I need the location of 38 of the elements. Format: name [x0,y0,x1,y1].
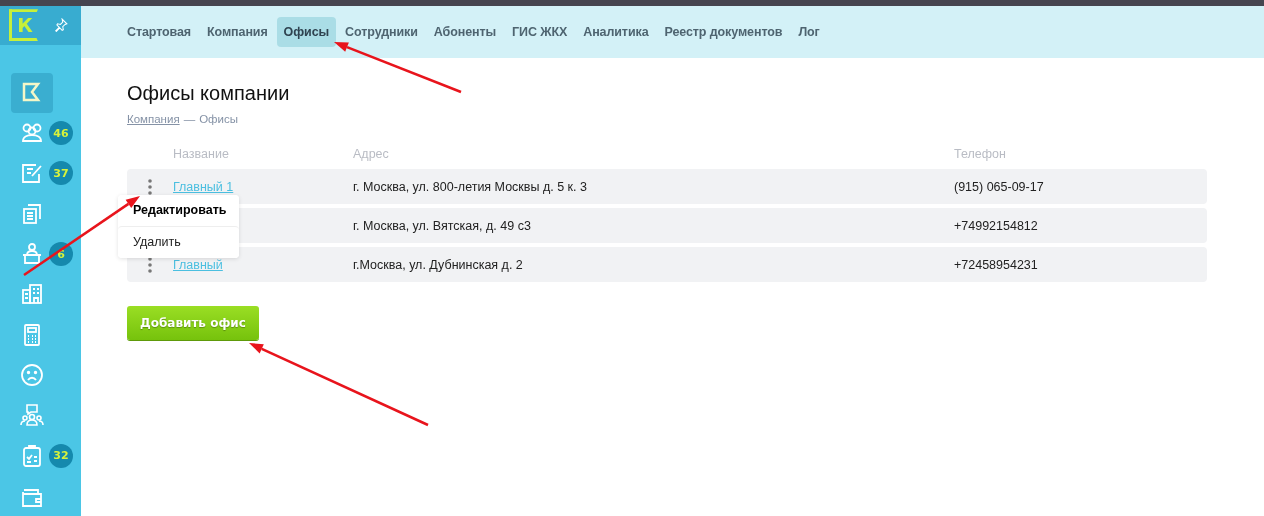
nav-tab[interactable]: Стартовая [120,17,199,47]
count-badge: 37 [49,161,73,186]
menu-item[interactable]: Редактировать [118,195,239,226]
more-icon[interactable] [148,178,152,195]
nav-tab[interactable]: Сотрудники [338,17,425,47]
address-cell-text: г. Москва, ул. Вятская, д. 49 с3 [353,218,532,233]
sidebar-item[interactable] [11,72,53,113]
address-cell-text: г. Москва, ул. 800-летия Москвы д. 5 к. 3 [353,179,588,194]
nav-tab[interactable]: Реестр документов [657,17,790,47]
nav-tab[interactable]: Абоненты [426,17,504,47]
pin-icon[interactable] [54,18,68,33]
more-icon[interactable] [148,256,152,273]
edit-icon [20,161,44,186]
count-badge: 32 [49,443,73,468]
menu-item[interactable]: Удалить [118,226,239,258]
column-header: Адрес [353,147,390,161]
phone-cell-text: (915) 065-09-17 [954,179,1045,194]
column-header: Телефон [954,147,1007,161]
phone-cell-text: +74992154812 [954,218,1039,233]
nav-tab[interactable]: Аналитика [576,17,656,47]
count-badge: 46 [49,121,73,146]
documents-icon [20,201,44,226]
address-cell-text: г.Москва, ул. Дубнинская д. 2 [353,257,524,272]
page-title: Офисы компании [127,82,291,105]
nav-tab[interactable]: Офисы [276,17,337,47]
breadcrumb-link[interactable]: Компания [127,113,180,125]
group-chat-icon [20,403,44,428]
nav-tab[interactable]: ГИС ЖКХ [505,17,575,47]
nav-tab[interactable]: Компания [200,17,275,47]
building-icon [20,282,44,307]
breadcrumb-separator: — [183,113,196,125]
nav-tab[interactable]: Лог [791,17,827,47]
column-header: Название [173,147,230,161]
phone-cell-text: +72458954231 [954,257,1039,272]
person-box-icon [20,242,44,267]
breadcrumb-current: Офисы [199,113,238,125]
clipboard-icon [20,443,44,468]
sad-face-icon [20,362,44,387]
